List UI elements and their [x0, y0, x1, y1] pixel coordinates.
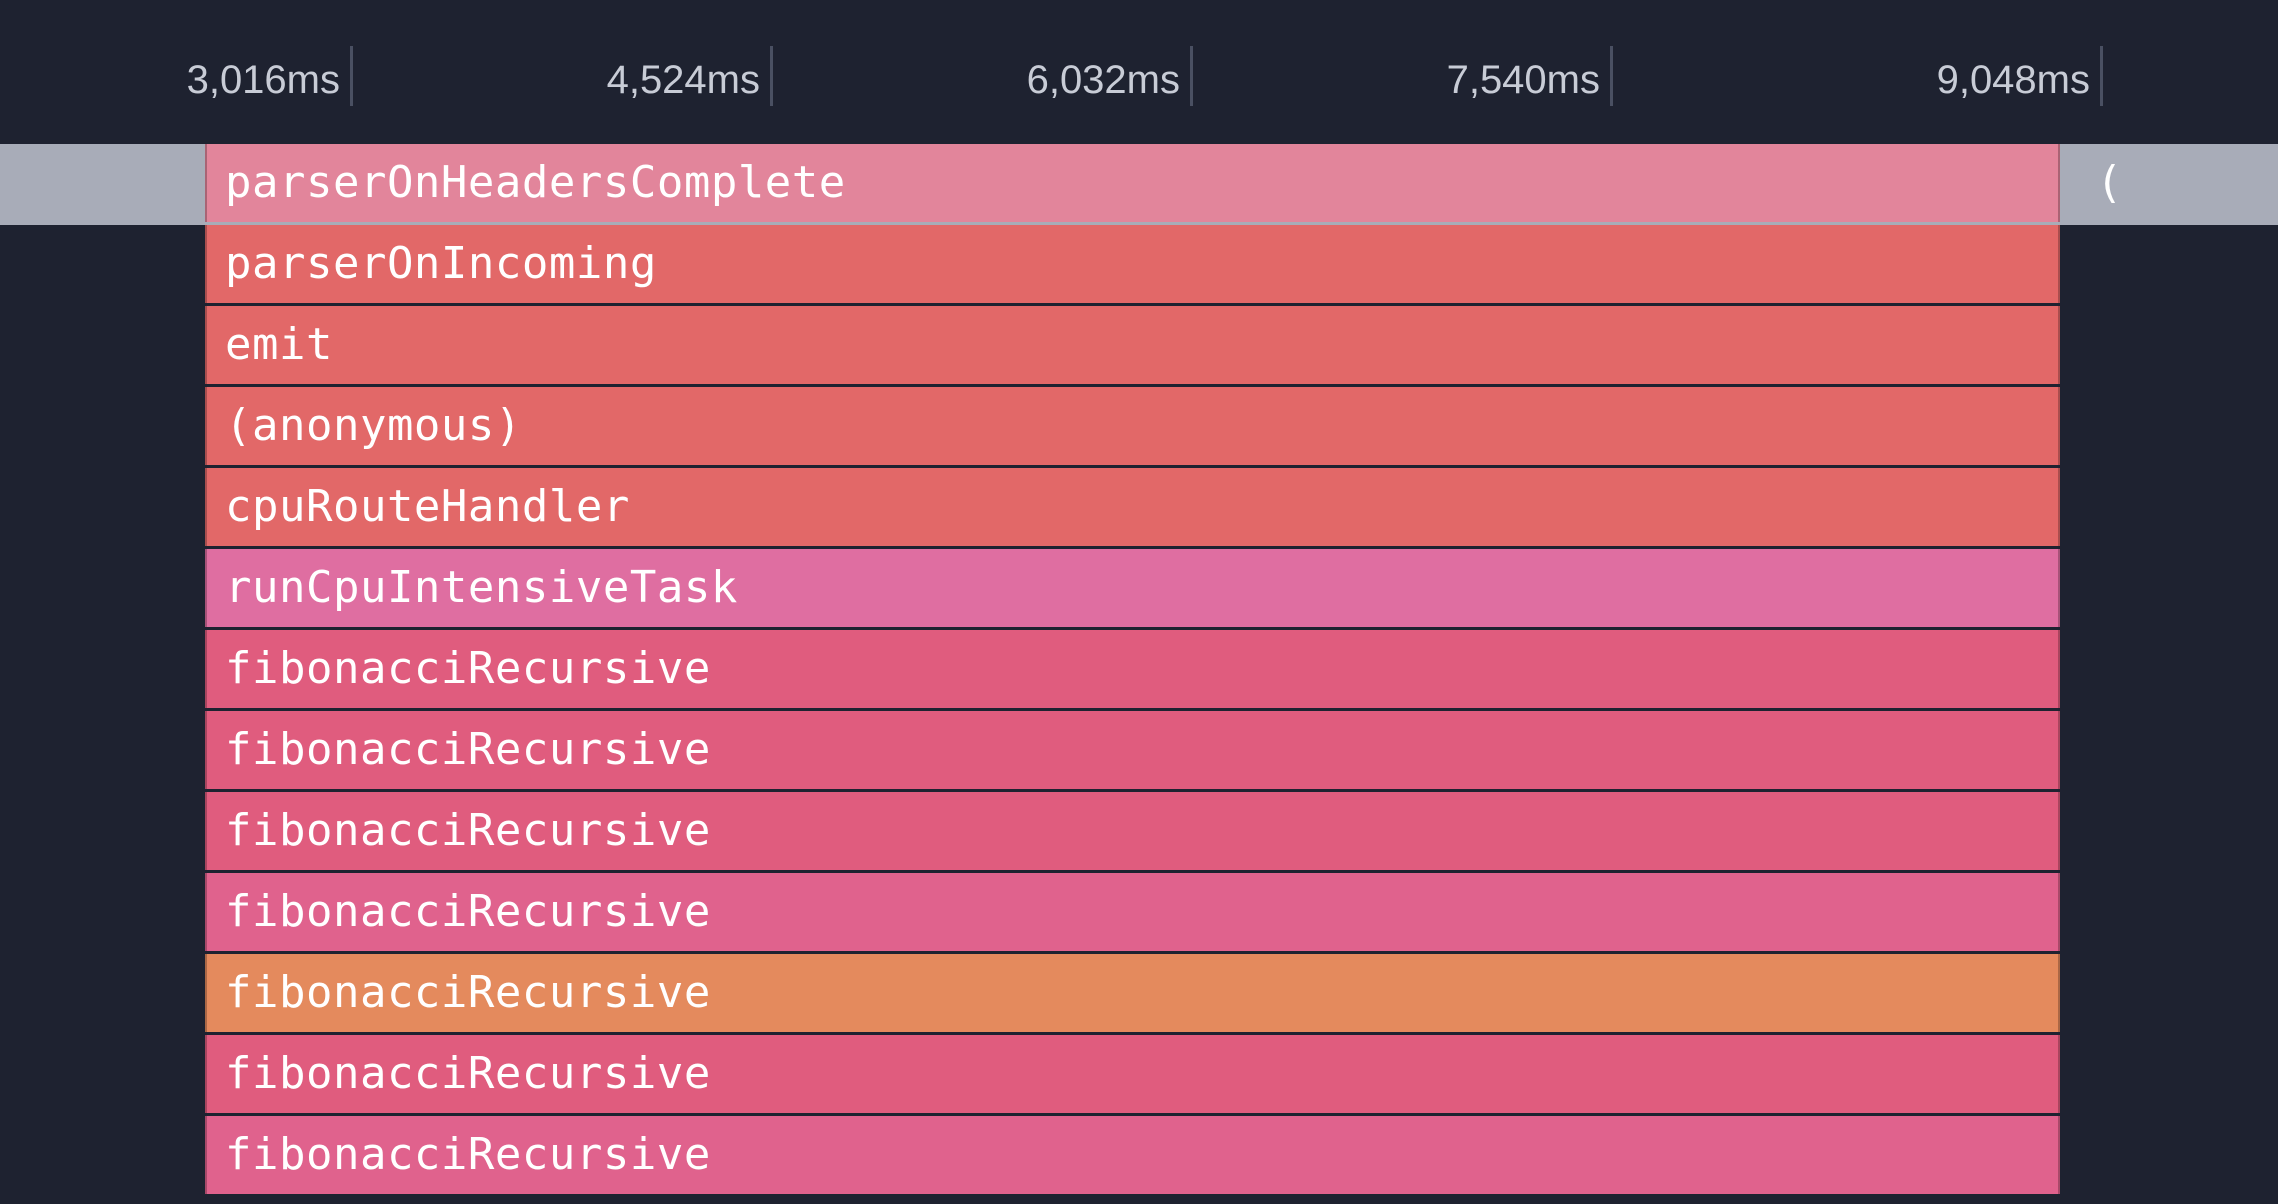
flame-frame[interactable]: fibonacciRecursive	[205, 1116, 2060, 1194]
timeline-tick-label: 9,048ms	[1937, 58, 2090, 103]
timeline-tick-label: 4,524ms	[607, 58, 760, 103]
flame-frame[interactable]: fibonacciRecursive	[205, 630, 2060, 708]
timeline-tick-line	[1610, 46, 1613, 106]
flame-row: fibonacciRecursive	[0, 711, 2278, 792]
flame-frame[interactable]: runCpuIntensiveTask	[205, 549, 2060, 627]
flame-frame-overflow[interactable]: (	[2096, 144, 2278, 222]
flame-frame[interactable]: parserOnIncoming	[205, 225, 2060, 303]
flame-frame[interactable]: (anonymous)	[205, 387, 2060, 465]
flame-frame-label: runCpuIntensiveTask	[207, 562, 738, 613]
flame-row: fibonacciRecursive	[0, 954, 2278, 1035]
timeline-tick-label: 3,016ms	[187, 58, 340, 103]
flame-row: parserOnIncoming	[0, 225, 2278, 306]
flame-frame-label: fibonacciRecursive	[207, 805, 711, 856]
flame-frame[interactable]: fibonacciRecursive	[205, 711, 2060, 789]
flame-row: fibonacciRecursive	[0, 792, 2278, 873]
flame-frame-label: parserOnIncoming	[207, 238, 657, 289]
flame-frame[interactable]: fibonacciRecursive	[205, 873, 2060, 951]
flame-row: emit	[0, 306, 2278, 387]
flame-row: fibonacciRecursive	[0, 1035, 2278, 1116]
timeline-tick-label: 7,540ms	[1447, 58, 1600, 103]
flame-frame[interactable]: fibonacciRecursive	[205, 954, 2060, 1032]
flame-frame-label: fibonacciRecursive	[207, 886, 711, 937]
flame-frame[interactable]: fibonacciRecursive	[205, 1035, 2060, 1113]
timeline-tick-label: 6,032ms	[1027, 58, 1180, 103]
flame-frame-label: fibonacciRecursive	[207, 643, 711, 694]
flame-frame-label: fibonacciRecursive	[207, 1129, 711, 1180]
flame-frame-label: fibonacciRecursive	[207, 1048, 711, 1099]
timeline-tick-line	[770, 46, 773, 106]
flame-frame-label: cpuRouteHandler	[207, 481, 630, 532]
flame-frame-label: fibonacciRecursive	[207, 724, 711, 775]
flame-frame-label: parserOnHeadersComplete	[207, 157, 846, 208]
flame-row: runCpuIntensiveTask	[0, 549, 2278, 630]
timeline-tick-line	[2100, 46, 2103, 106]
flame-frame-label: (anonymous)	[207, 400, 522, 451]
timeline-tick-line	[1190, 46, 1193, 106]
flame-frame[interactable]: emit	[205, 306, 2060, 384]
flame-frame-label: fibonacciRecursive	[207, 967, 711, 1018]
timeline-ruler[interactable]: 3,016ms 4,524ms 6,032ms 7,540ms 9,048ms	[0, 0, 2278, 144]
flame-row: fibonacciRecursive	[0, 1116, 2278, 1197]
flame-row: parserOnHeadersComplete (	[0, 144, 2278, 225]
flame-row: fibonacciRecursive	[0, 873, 2278, 954]
flame-row: (anonymous)	[0, 387, 2278, 468]
flame-frame-label: emit	[207, 319, 333, 370]
timeline-tick-line	[350, 46, 353, 106]
flame-frame[interactable]: fibonacciRecursive	[205, 792, 2060, 870]
flame-frame[interactable]: parserOnHeadersComplete	[205, 144, 2060, 222]
flame-frame-overflow-label: (	[2096, 157, 2123, 208]
flame-row: fibonacciRecursive	[0, 630, 2278, 711]
flame-frame[interactable]: cpuRouteHandler	[205, 468, 2060, 546]
flame-row: cpuRouteHandler	[0, 468, 2278, 549]
